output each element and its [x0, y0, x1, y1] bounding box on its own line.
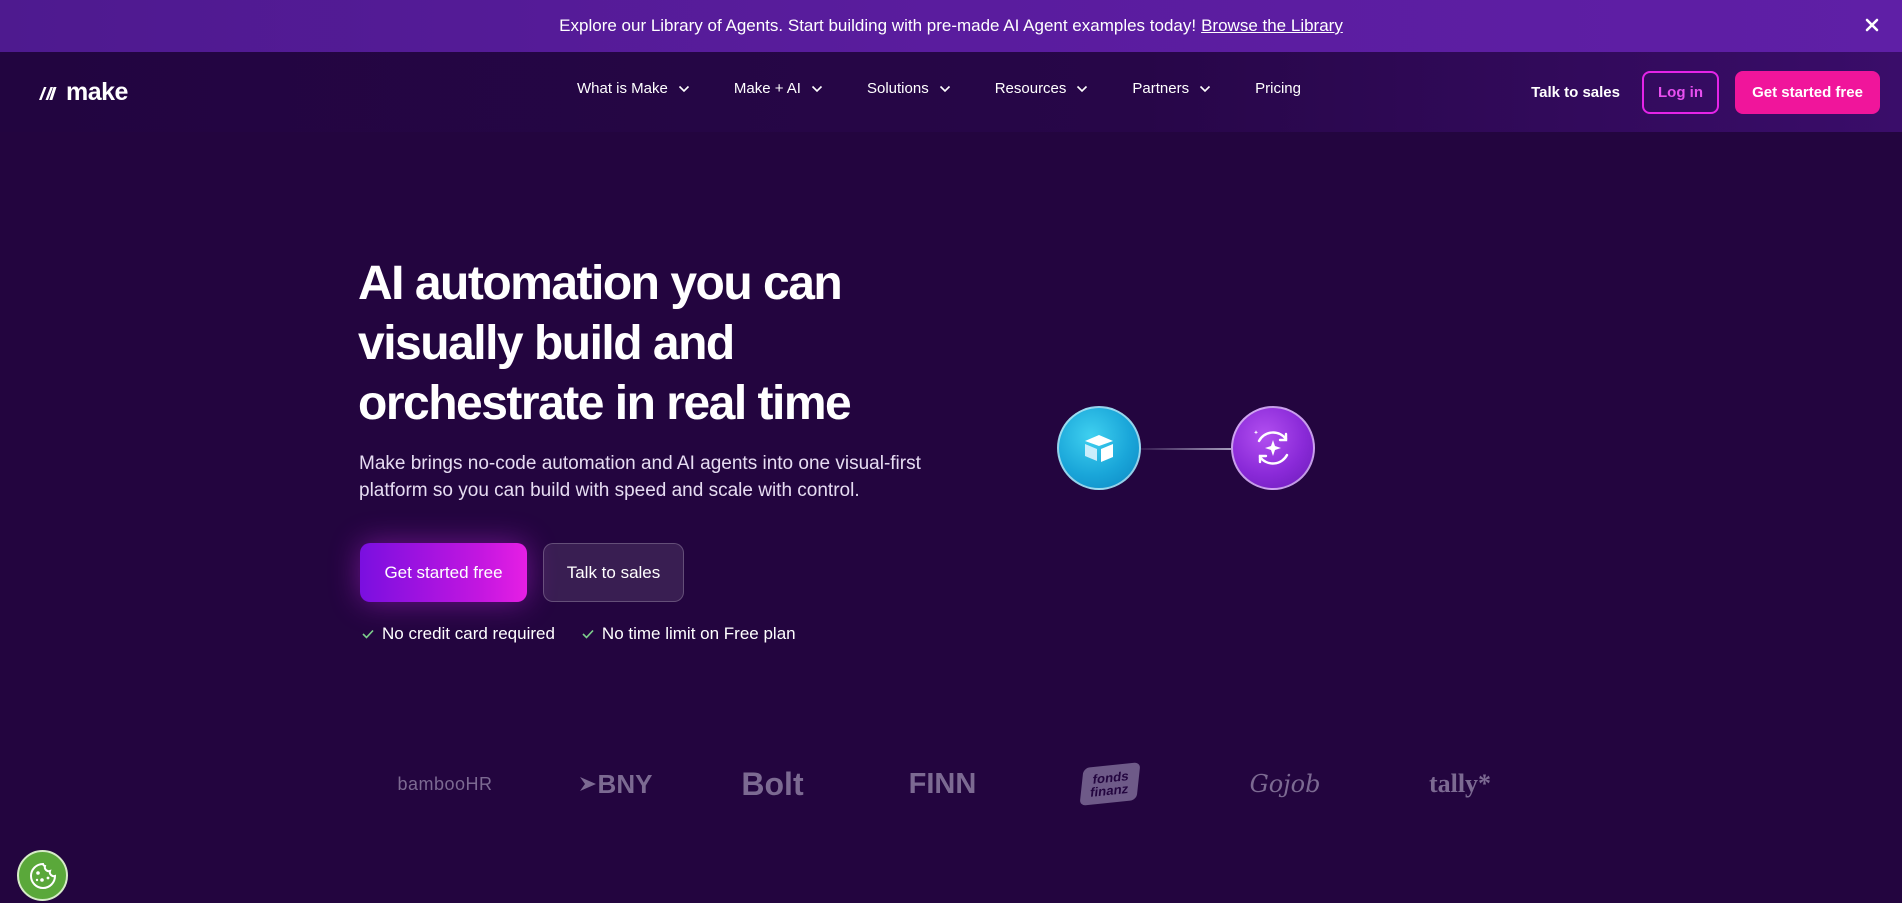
nav-label: Solutions — [866, 80, 929, 97]
check-icon — [362, 629, 374, 639]
banner-text: Explore our Library of Agents. Start bui… — [559, 16, 1197, 35]
customer-logos: bambooHR BNY Bolt FINN fonds finanz Gojo… — [390, 758, 1502, 810]
flow-connector — [1141, 448, 1231, 450]
check-icon — [582, 629, 594, 639]
hero-subtitle: Make brings no-code automation and AI ag… — [359, 453, 921, 501]
nav-item-pricing[interactable]: Pricing — [1255, 80, 1301, 97]
bny-logo-text: BNY — [597, 768, 653, 799]
get-started-button[interactable]: Get started free — [1735, 71, 1880, 114]
perk-label: No credit card required — [382, 624, 555, 643]
perk-item: No time limit on Free plan — [582, 624, 796, 644]
bny-logo: BNY — [565, 758, 665, 810]
hero-title-line: visually build and — [358, 317, 735, 370]
bolt-logo: Bolt — [741, 765, 804, 802]
ai-agent-node — [1231, 406, 1315, 490]
hero-title-line: orchestrate in real time — [358, 377, 852, 430]
nav-label: Make + AI — [733, 80, 801, 97]
make-logo-icon — [39, 86, 57, 100]
tally-logo: tally* — [1428, 769, 1492, 798]
gojob-logo: Gojob — [1249, 770, 1321, 798]
hero-get-started-button[interactable]: Get started free — [360, 543, 527, 602]
make-logo[interactable]: make — [37, 78, 128, 107]
logo-text: make — [66, 78, 128, 106]
cookie-icon — [29, 862, 56, 889]
nav-label: Resources — [994, 80, 1067, 97]
chevron-down-icon — [678, 85, 689, 92]
perk-item: No credit card required — [362, 624, 555, 644]
close-icon[interactable] — [1860, 13, 1884, 37]
nav-item-make-ai[interactable]: Make + AI — [734, 80, 823, 97]
chevron-down-icon — [1200, 85, 1211, 92]
site-header: make What is Make Make + AI Solutions Re… — [0, 52, 1902, 132]
nav-item-partners[interactable]: Partners — [1132, 80, 1211, 97]
nav-item-solutions[interactable]: Solutions — [867, 80, 951, 97]
nav-item-resources[interactable]: Resources — [995, 80, 1089, 97]
bamboohr-logo: bambooHR — [397, 773, 493, 794]
nav-label: What is Make — [577, 80, 668, 97]
fondsfinanz-badge: fonds finanz — [1079, 762, 1141, 806]
finn-logo: FINN — [908, 767, 977, 800]
talk-to-sales-link[interactable]: Talk to sales — [1531, 84, 1620, 101]
hero-talk-to-sales-button[interactable]: Talk to sales — [543, 543, 684, 602]
cookie-settings-button[interactable] — [17, 850, 68, 901]
nav-item-what-is-make[interactable]: What is Make — [577, 80, 690, 97]
header-actions: Talk to sales Log in Get started free — [1531, 71, 1880, 114]
chevron-down-icon — [939, 85, 950, 92]
main-nav: What is Make Make + AI Solutions Resourc… — [577, 80, 1301, 97]
nav-label: Pricing — [1255, 80, 1301, 97]
hero-title: AI automation you can visually build and… — [358, 254, 958, 434]
chevron-down-icon — [1077, 85, 1088, 92]
fondsfinanz-logo: fonds finanz — [1079, 758, 1141, 810]
browse-library-link[interactable]: Browse the Library — [1201, 16, 1343, 36]
bny-arrow-icon — [579, 777, 596, 791]
airtable-box-icon — [1085, 435, 1113, 462]
perk-label: No time limit on Free plan — [601, 624, 796, 643]
hero-title-line: AI automation you can — [358, 257, 843, 310]
chevron-down-icon — [811, 85, 823, 92]
finanz-text: finanz — [1089, 781, 1130, 800]
announcement-banner: Explore our Library of Agents. Start bui… — [0, 0, 1902, 52]
ai-sparkle-sync-icon — [1253, 430, 1289, 465]
nav-label: Partners — [1132, 80, 1190, 97]
login-button[interactable]: Log in — [1642, 71, 1719, 114]
perks-list: No credit card required No time limit on… — [362, 624, 823, 644]
airtable-node — [1057, 406, 1141, 490]
